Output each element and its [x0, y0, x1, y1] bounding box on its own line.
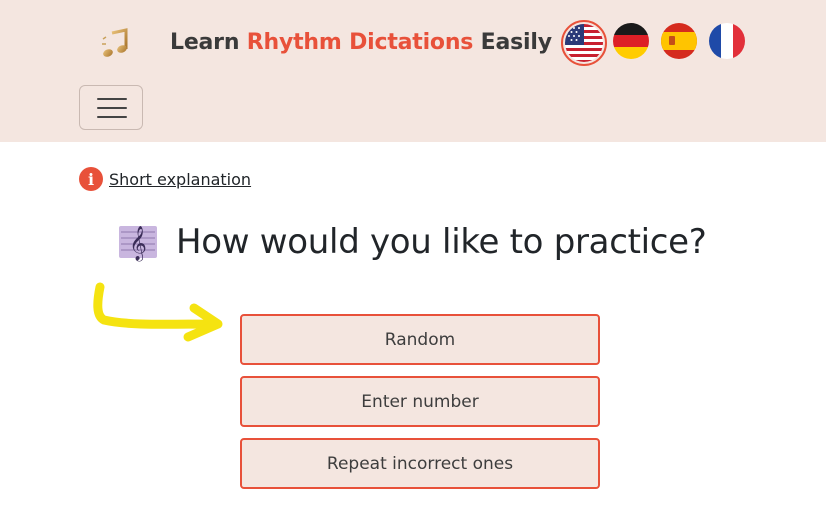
random-button[interactable]: Random: [240, 314, 600, 365]
title-accent: Rhythm Dictations: [246, 30, 474, 55]
site-header: Learn Rhythm Dictations Easily: [0, 0, 826, 142]
language-selector: [561, 20, 751, 66]
us-flag-icon[interactable]: [561, 20, 607, 66]
repeat-incorrect-button[interactable]: Repeat incorrect ones: [240, 438, 600, 489]
title-part1: Learn: [170, 30, 247, 55]
short-explanation-link[interactable]: i Short explanation: [79, 167, 251, 191]
enter-number-button[interactable]: Enter number: [240, 376, 600, 427]
hamburger-menu-icon[interactable]: [79, 85, 143, 130]
treble-clef-icon: 𝄞: [119, 226, 157, 262]
title-part2: Easily: [473, 30, 552, 55]
svg-text:𝄞: 𝄞: [129, 226, 147, 262]
spain-flag-icon[interactable]: [661, 23, 697, 59]
menu-bar: [97, 116, 127, 118]
menu-bar: [97, 107, 127, 109]
music-notes-icon[interactable]: [99, 27, 131, 59]
heading-row: 𝄞 How would you like to practice?: [118, 222, 707, 262]
france-flag-icon[interactable]: [709, 23, 745, 59]
short-explanation-text: Short explanation: [109, 169, 252, 189]
info-icon: i: [79, 167, 103, 191]
menu-bar: [97, 98, 127, 100]
page-heading: How would you like to practice?: [176, 222, 707, 262]
yellow-arrow-icon: [93, 282, 223, 342]
site-title: Learn Rhythm Dictations Easily: [170, 30, 552, 55]
germany-flag-icon[interactable]: [613, 23, 649, 59]
